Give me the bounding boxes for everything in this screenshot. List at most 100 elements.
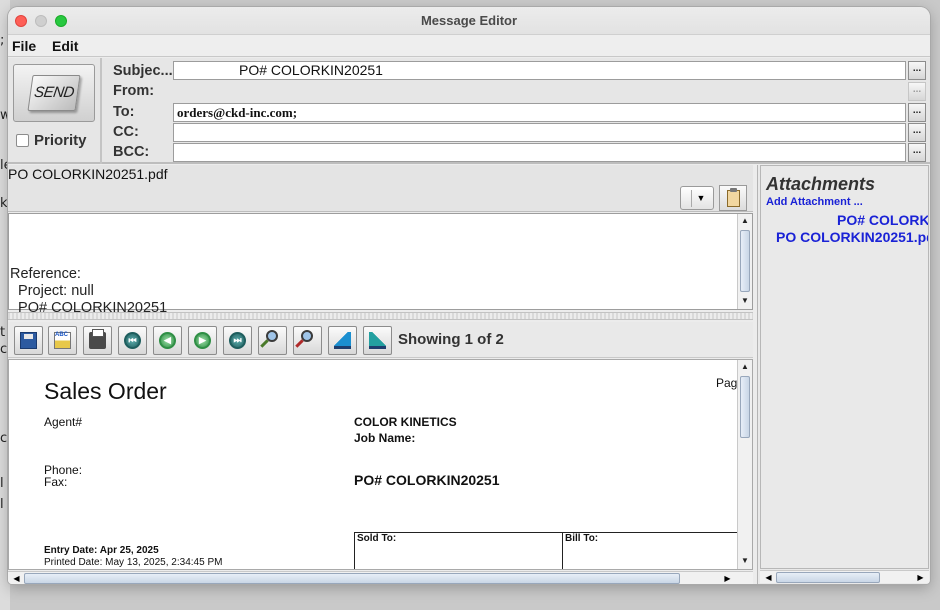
company-name: COLOR KINETICS [354,415,457,429]
menu-bar: File Edit [8,35,930,57]
document-page-label: Pag [716,376,738,390]
pane-splitter[interactable] [8,312,753,320]
chevron-down-icon: ▼ [691,190,710,207]
background-text-fragment: l [0,497,4,512]
document-horizontal-scrollbar[interactable]: ◀ ▶ [8,571,753,584]
zoom-in-button[interactable] [258,326,287,355]
background-text-fragment: k [0,196,8,211]
body-vertical-scrollbar[interactable]: ▲ ▼ [737,214,752,309]
background-text-fragment: c [0,431,8,446]
scroll-up-arrow[interactable]: ▲ [738,360,752,374]
first-page-icon: ⏮ [124,332,141,349]
attachments-title: Attachments [766,174,876,194]
rotate-right-button[interactable] [363,326,392,355]
pdf-document-view[interactable]: Sales Order Pag Agent# COLOR KINETICS Jo… [8,359,753,570]
po-number: PO# COLORKIN20251 [354,472,500,488]
zoom-out-button[interactable] [293,326,322,355]
attachment-item[interactable]: PO COLORKIN20251.pdf [776,229,928,245]
bcc-browse-button[interactable]: ... [908,143,926,162]
address-box-left-border [354,532,355,569]
first-page-button[interactable]: ⏮ [118,326,147,355]
background-text-fragment: c [0,342,8,357]
bcc-field[interactable] [173,143,906,162]
save-icon [20,332,37,349]
document-vertical-scrollbar[interactable]: ▲ ▼ [737,360,752,569]
to-browse-button[interactable]: ... [908,103,926,122]
address-box-top-border [354,532,744,533]
last-page-button[interactable]: ⏭ [223,326,252,355]
message-header-panel: SEND Priority Subjec... PO# COLORKIN2025… [8,58,930,164]
subject-browse-button[interactable]: ... [908,61,926,80]
previous-page-icon: ◀ [159,332,176,349]
cc-field[interactable] [173,123,906,142]
message-file-name: PO COLORKIN20251.pdf [8,166,168,182]
bill-to-label: Bill To: [565,533,599,544]
from-browse-button: ... [908,82,926,101]
scroll-thumb[interactable] [740,376,750,438]
priority-label: Priority [34,132,87,149]
attachment-item[interactable]: PO# COLORKIN20251 [837,212,928,228]
zoom-out-icon [301,330,313,342]
rotate-left-button[interactable] [328,326,357,355]
body-line: Project: null [10,283,94,299]
body-line: Reference: [10,266,81,282]
clipboard-icon [727,190,740,207]
menu-file[interactable]: File [12,38,36,54]
send-envelope-icon: SEND [27,75,81,111]
print-button[interactable] [83,326,112,355]
previous-page-button[interactable]: ◀ [153,326,182,355]
last-page-icon: ⏭ [229,332,246,349]
document-title: Sales Order [44,378,167,404]
add-attachment-link[interactable]: Add Attachment ... [766,196,863,208]
message-content-pane: PO COLORKIN20251.pdf ▼ Reference: Projec… [8,165,753,584]
message-editor-window: Message Editor File Edit SEND Priority S… [8,7,930,584]
cc-label: CC: [113,124,139,140]
scroll-thumb[interactable] [24,573,680,584]
scroll-down-arrow[interactable]: ▼ [738,294,752,308]
attachments-panel: Attachments Add Attachment ... PO# COLOR… [760,165,929,569]
subject-label: Subjec... [113,63,173,79]
scroll-down-arrow[interactable]: ▼ [738,554,752,568]
to-label: To: [113,104,135,120]
cc-browse-button[interactable]: ... [908,123,926,142]
next-page-button[interactable]: ▶ [188,326,217,355]
title-bar: Message Editor [8,7,930,35]
background-text-fragment: l [0,476,4,491]
scroll-left-arrow[interactable]: ◀ [762,571,775,584]
to-field[interactable]: orders@ckd-inc.com; [173,103,906,122]
job-name-label: Job Name: [354,431,416,445]
from-label: From: [113,83,155,99]
background-text-fragment: t [0,325,6,340]
entry-date: Entry Date: Apr 25, 2025 [44,545,159,556]
rotate-left-icon [334,332,351,349]
spellcheck-icon [54,332,71,349]
fax-label: Fax: [44,475,68,489]
attachments-horizontal-scrollbar[interactable]: ◀ ▶ [760,570,929,583]
header-divider [100,58,102,164]
scroll-left-arrow[interactable]: ◀ [10,572,23,584]
save-button[interactable] [14,326,43,355]
subject-field[interactable]: PO# COLORKIN20251 [173,61,906,80]
format-dropdown[interactable]: ▼ [680,186,714,210]
priority-checkbox-box[interactable] [16,134,29,147]
spellcheck-button[interactable] [48,326,77,355]
page-count-label: Showing 1 of 2 [398,331,504,348]
print-icon [89,329,106,349]
send-button-label: SEND [33,84,76,101]
menu-edit[interactable]: Edit [52,38,78,54]
pdf-viewer-toolbar: ⏮ ◀ ▶ ⏭ Showing 1 of 2 [8,322,753,358]
background-text-fragment: ; [0,33,5,48]
paste-button[interactable] [719,185,747,211]
scroll-thumb[interactable] [740,230,750,292]
message-body-textarea[interactable]: Reference: Project: null PO# COLORKIN202… [8,213,753,316]
priority-checkbox[interactable]: Priority [16,132,87,149]
scroll-thumb[interactable] [776,572,880,583]
clipboard-clip [730,188,737,192]
zoom-in-icon [266,330,278,342]
scroll-right-arrow[interactable]: ▶ [721,572,734,584]
sold-to-label: Sold To: [357,533,397,544]
scroll-right-arrow[interactable]: ▶ [914,571,927,584]
next-page-icon: ▶ [194,332,211,349]
send-button[interactable]: SEND [13,64,95,122]
scroll-up-arrow[interactable]: ▲ [738,214,752,228]
